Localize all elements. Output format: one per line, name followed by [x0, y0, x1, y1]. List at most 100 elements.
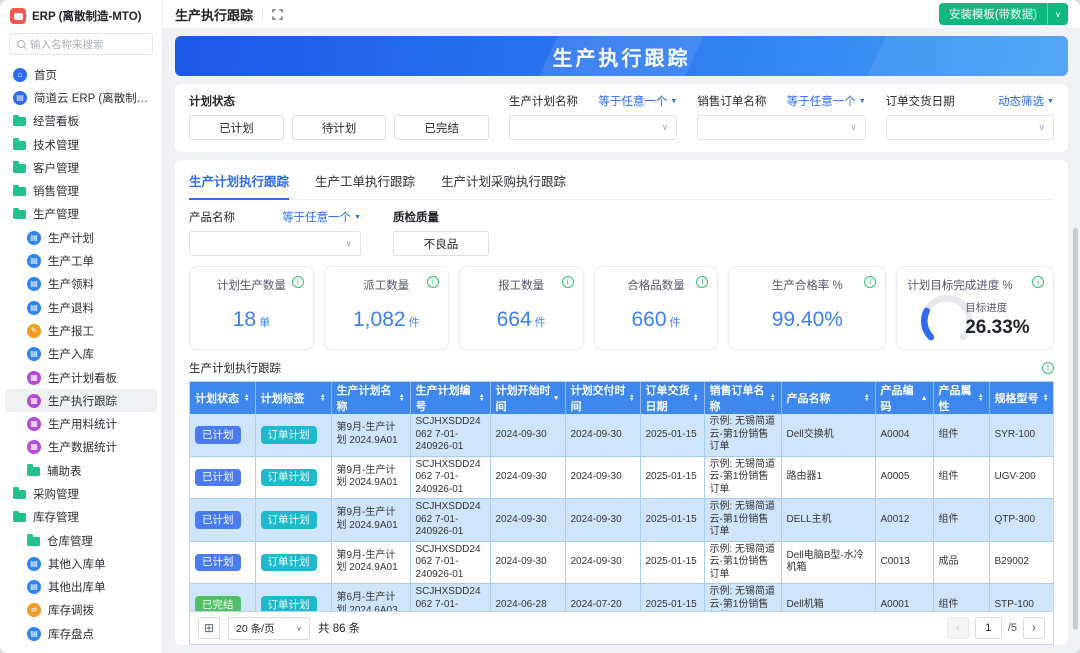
column-header[interactable]: 计划开始时间 ▼ [490, 382, 566, 414]
column-header[interactable]: 生产计划编号 ▲ ▼ [410, 382, 491, 414]
table-row[interactable]: 已完结 订单计划 第6月-生产计划 2024.6A03 SCJHXSDD24062 7… [190, 583, 1053, 611]
sidebar-item[interactable]: 技术管理 [5, 133, 157, 156]
next-page-button[interactable]: › [1023, 617, 1045, 639]
column-header[interactable]: 产品编码 ▲ [875, 382, 934, 414]
sidebar-search-input[interactable]: 输入名称来搜索 [9, 33, 153, 55]
plan-status-option-button[interactable]: 已完结 [394, 115, 490, 140]
prev-page-button[interactable]: ‹ [946, 617, 969, 639]
sidebar-item[interactable]: 库存管理 [5, 506, 157, 529]
column-header[interactable]: 计划状态 ▲ ▼ [190, 382, 256, 414]
sort-icon[interactable]: ▲ ▼ [978, 393, 983, 403]
sort-icon[interactable]: ▲ ▼ [399, 393, 404, 403]
sidebar-item[interactable]: ▤ 其他入库单 [5, 552, 157, 575]
operator-dropdown[interactable]: 等于任意一个 ▼ [787, 93, 866, 109]
operator-dropdown[interactable]: 动态筛选 ▼ [998, 93, 1054, 109]
sidebar-item[interactable]: ▦ 生产执行跟踪 [5, 389, 157, 413]
sort-icon[interactable]: ▲ ▼ [629, 393, 634, 403]
table-row[interactable]: 已计划 订单计划 第9月-生产计划 2024.9A01 SCJHXSDD24062 7… [190, 541, 1053, 584]
info-icon[interactable]: i [1042, 362, 1054, 374]
stat-title: 计划目标完成进度 % [907, 280, 1013, 292]
table-cell: 示例: 无锡简道云-第1份销售订单 [704, 414, 782, 457]
operator-dropdown[interactable]: 等于任意一个 ▼ [598, 93, 677, 109]
column-header[interactable]: 生产计划名称 ▲ ▼ [331, 382, 411, 414]
table-cell: Dell机箱 [781, 583, 876, 611]
sidebar: ERP (离散制造-MTO) 输入名称来搜索 ⌂ 首页 ▤ 简道云 ERP (离散制造… [0, 0, 163, 653]
sort-asc-icon[interactable]: ▲ [921, 395, 928, 402]
sidebar-item[interactable]: ▤ 生产退料 [5, 296, 157, 319]
sidebar-item[interactable]: ▤ 生产入库 [5, 343, 157, 366]
sidebar-item[interactable]: ▤ 库存盘点 [5, 622, 157, 645]
vertical-scrollbar[interactable] [1073, 228, 1078, 630]
stat-card: 派工数量 i 1,082 件 [323, 266, 449, 350]
tab-生产工单执行跟踪[interactable]: 生产工单执行跟踪 [315, 168, 415, 200]
quality-option-button[interactable]: 不良品 [393, 231, 489, 256]
sidebar-item[interactable]: ▤ 生产领料 [5, 273, 157, 296]
sidebar-item[interactable]: 客户管理 [5, 156, 157, 179]
stat-icon: ▦ [27, 370, 41, 385]
sort-icon[interactable]: ▲ ▼ [1043, 393, 1048, 403]
column-header[interactable]: 产品名称 ▲ ▼ [781, 382, 876, 414]
product-name-select[interactable]: ∨ [189, 231, 361, 256]
column-header[interactable]: 订单交货日期 ▲ ▼ [640, 382, 705, 414]
sidebar-item[interactable]: ⇄ 库存调拨 [5, 599, 157, 622]
sidebar-item[interactable]: ▤ 其他出库单 [5, 576, 157, 599]
sidebar-item[interactable]: 辅助表 [5, 459, 157, 482]
sidebar-item[interactable]: ⌂ 首页 [5, 63, 157, 86]
table-scroll-area[interactable]: 计划状态 ▲ ▼ 计划标签 ▲ ▼ 生产计划名称 ▲ ▼ 生产计划编号 ▲ ▼ 计划开始时间 ▼ 计划交付时… [190, 382, 1053, 611]
sidebar-item[interactable]: ✎ 生产报工 [5, 319, 157, 342]
info-icon[interactable]: i [291, 276, 304, 288]
plan-status-option-button[interactable]: 已计划 [189, 115, 284, 140]
sort-icon[interactable]: ▲ ▼ [244, 393, 249, 403]
plan-status-option-button[interactable]: 待计划 [291, 115, 387, 140]
sidebar-item[interactable]: 仓库管理 [5, 529, 157, 552]
column-header[interactable]: 销售订单名称 ▲ ▼ [704, 382, 782, 414]
install-template-button[interactable]: 安装模板(带数据) ∨ [938, 3, 1068, 25]
column-header[interactable]: 计划交付时间 ▲ ▼ [565, 382, 641, 414]
sidebar-item[interactable]: 采购管理 [5, 482, 157, 505]
chevron-down-icon[interactable]: ∨ [1047, 3, 1068, 25]
sidebar-item[interactable]: ▤ 简道云 ERP (离散制造-MTO) ... [5, 86, 157, 109]
sidebar-item[interactable]: ▦ 生产用料统计 [5, 412, 157, 435]
sidebar-item[interactable]: ▤ 生产工单 [5, 249, 157, 272]
sort-icon[interactable]: ▲ ▼ [320, 393, 325, 403]
tab-生产计划采购执行跟踪[interactable]: 生产计划采购执行跟踪 [441, 168, 566, 200]
sort-icon[interactable]: ▲ ▼ [864, 393, 869, 403]
sidebar-item-label: 仓库管理 [47, 535, 93, 548]
info-icon[interactable]: i [426, 276, 439, 288]
table-row[interactable]: 已计划 订单计划 第9月-生产计划 2024.9A01 SCJHXSDD24062 7… [190, 498, 1053, 542]
sort-icon[interactable]: ▲ ▼ [693, 393, 698, 403]
info-icon[interactable]: i [1032, 276, 1044, 288]
app-title: ERP (离散制造-MTO) [32, 11, 142, 23]
sidebar-item[interactable]: ▦ 生产计划看板 [5, 366, 157, 389]
sidebar-item[interactable]: ▦ 生产数据统计 [5, 436, 157, 459]
view-switch-icon[interactable]: ⊞ [198, 617, 220, 639]
tab-生产计划执行跟踪[interactable]: 生产计划执行跟踪 [189, 168, 290, 200]
install-template-label[interactable]: 安装模板(带数据) [939, 3, 1047, 25]
operator-dropdown[interactable]: 等于任意一个 ▼ [282, 209, 361, 225]
sort-icon[interactable]: ▲ ▼ [479, 393, 484, 403]
sidebar-item[interactable]: 生产管理 [5, 203, 157, 226]
sidebar-item-label: 生产用料统计 [48, 419, 117, 432]
table-row[interactable]: 已计划 订单计划 第9月-生产计划 2024.9A01 SCJHXSDD24062 7… [190, 456, 1053, 499]
table-cell: UGV-200 [989, 456, 1053, 499]
fullscreen-icon[interactable] [272, 8, 283, 20]
sort-icon[interactable]: ▲ ▼ [770, 393, 775, 403]
column-header[interactable]: 规格型号 ▲ ▼ [989, 382, 1053, 414]
sidebar-item[interactable]: 销售管理 [5, 179, 157, 202]
sidebar-item[interactable]: ▤ 生产计划 [5, 226, 157, 249]
filter-field-select[interactable]: ∨ [509, 115, 678, 140]
page-number-input[interactable] [974, 617, 1002, 639]
table-cell: 已计划 [190, 414, 256, 457]
table-row[interactable]: 已计划 订单计划 第9月-生产计划 2024.9A01 SCJHXSDD24062 7… [190, 414, 1053, 457]
sort-desc-icon[interactable]: ▼ [553, 395, 560, 402]
column-header[interactable]: 计划标签 ▲ ▼ [255, 382, 332, 414]
info-icon[interactable]: i [561, 276, 574, 288]
stat-title: 合格品数量 [627, 280, 685, 292]
column-header[interactable]: 产品属性 ▲ ▼ [933, 382, 990, 414]
page-size-select[interactable]: 20 条/页 ∨ [228, 616, 310, 640]
sidebar-item[interactable]: 经营看板 [5, 110, 157, 133]
filter-field-select[interactable]: ∨ [697, 115, 866, 140]
table-cell: 2025-01-15 [640, 414, 705, 457]
filter-field-select[interactable]: ∨ [885, 115, 1054, 140]
table-cell: SCJHXSDD24062 7-01-240628-02 [410, 583, 491, 611]
